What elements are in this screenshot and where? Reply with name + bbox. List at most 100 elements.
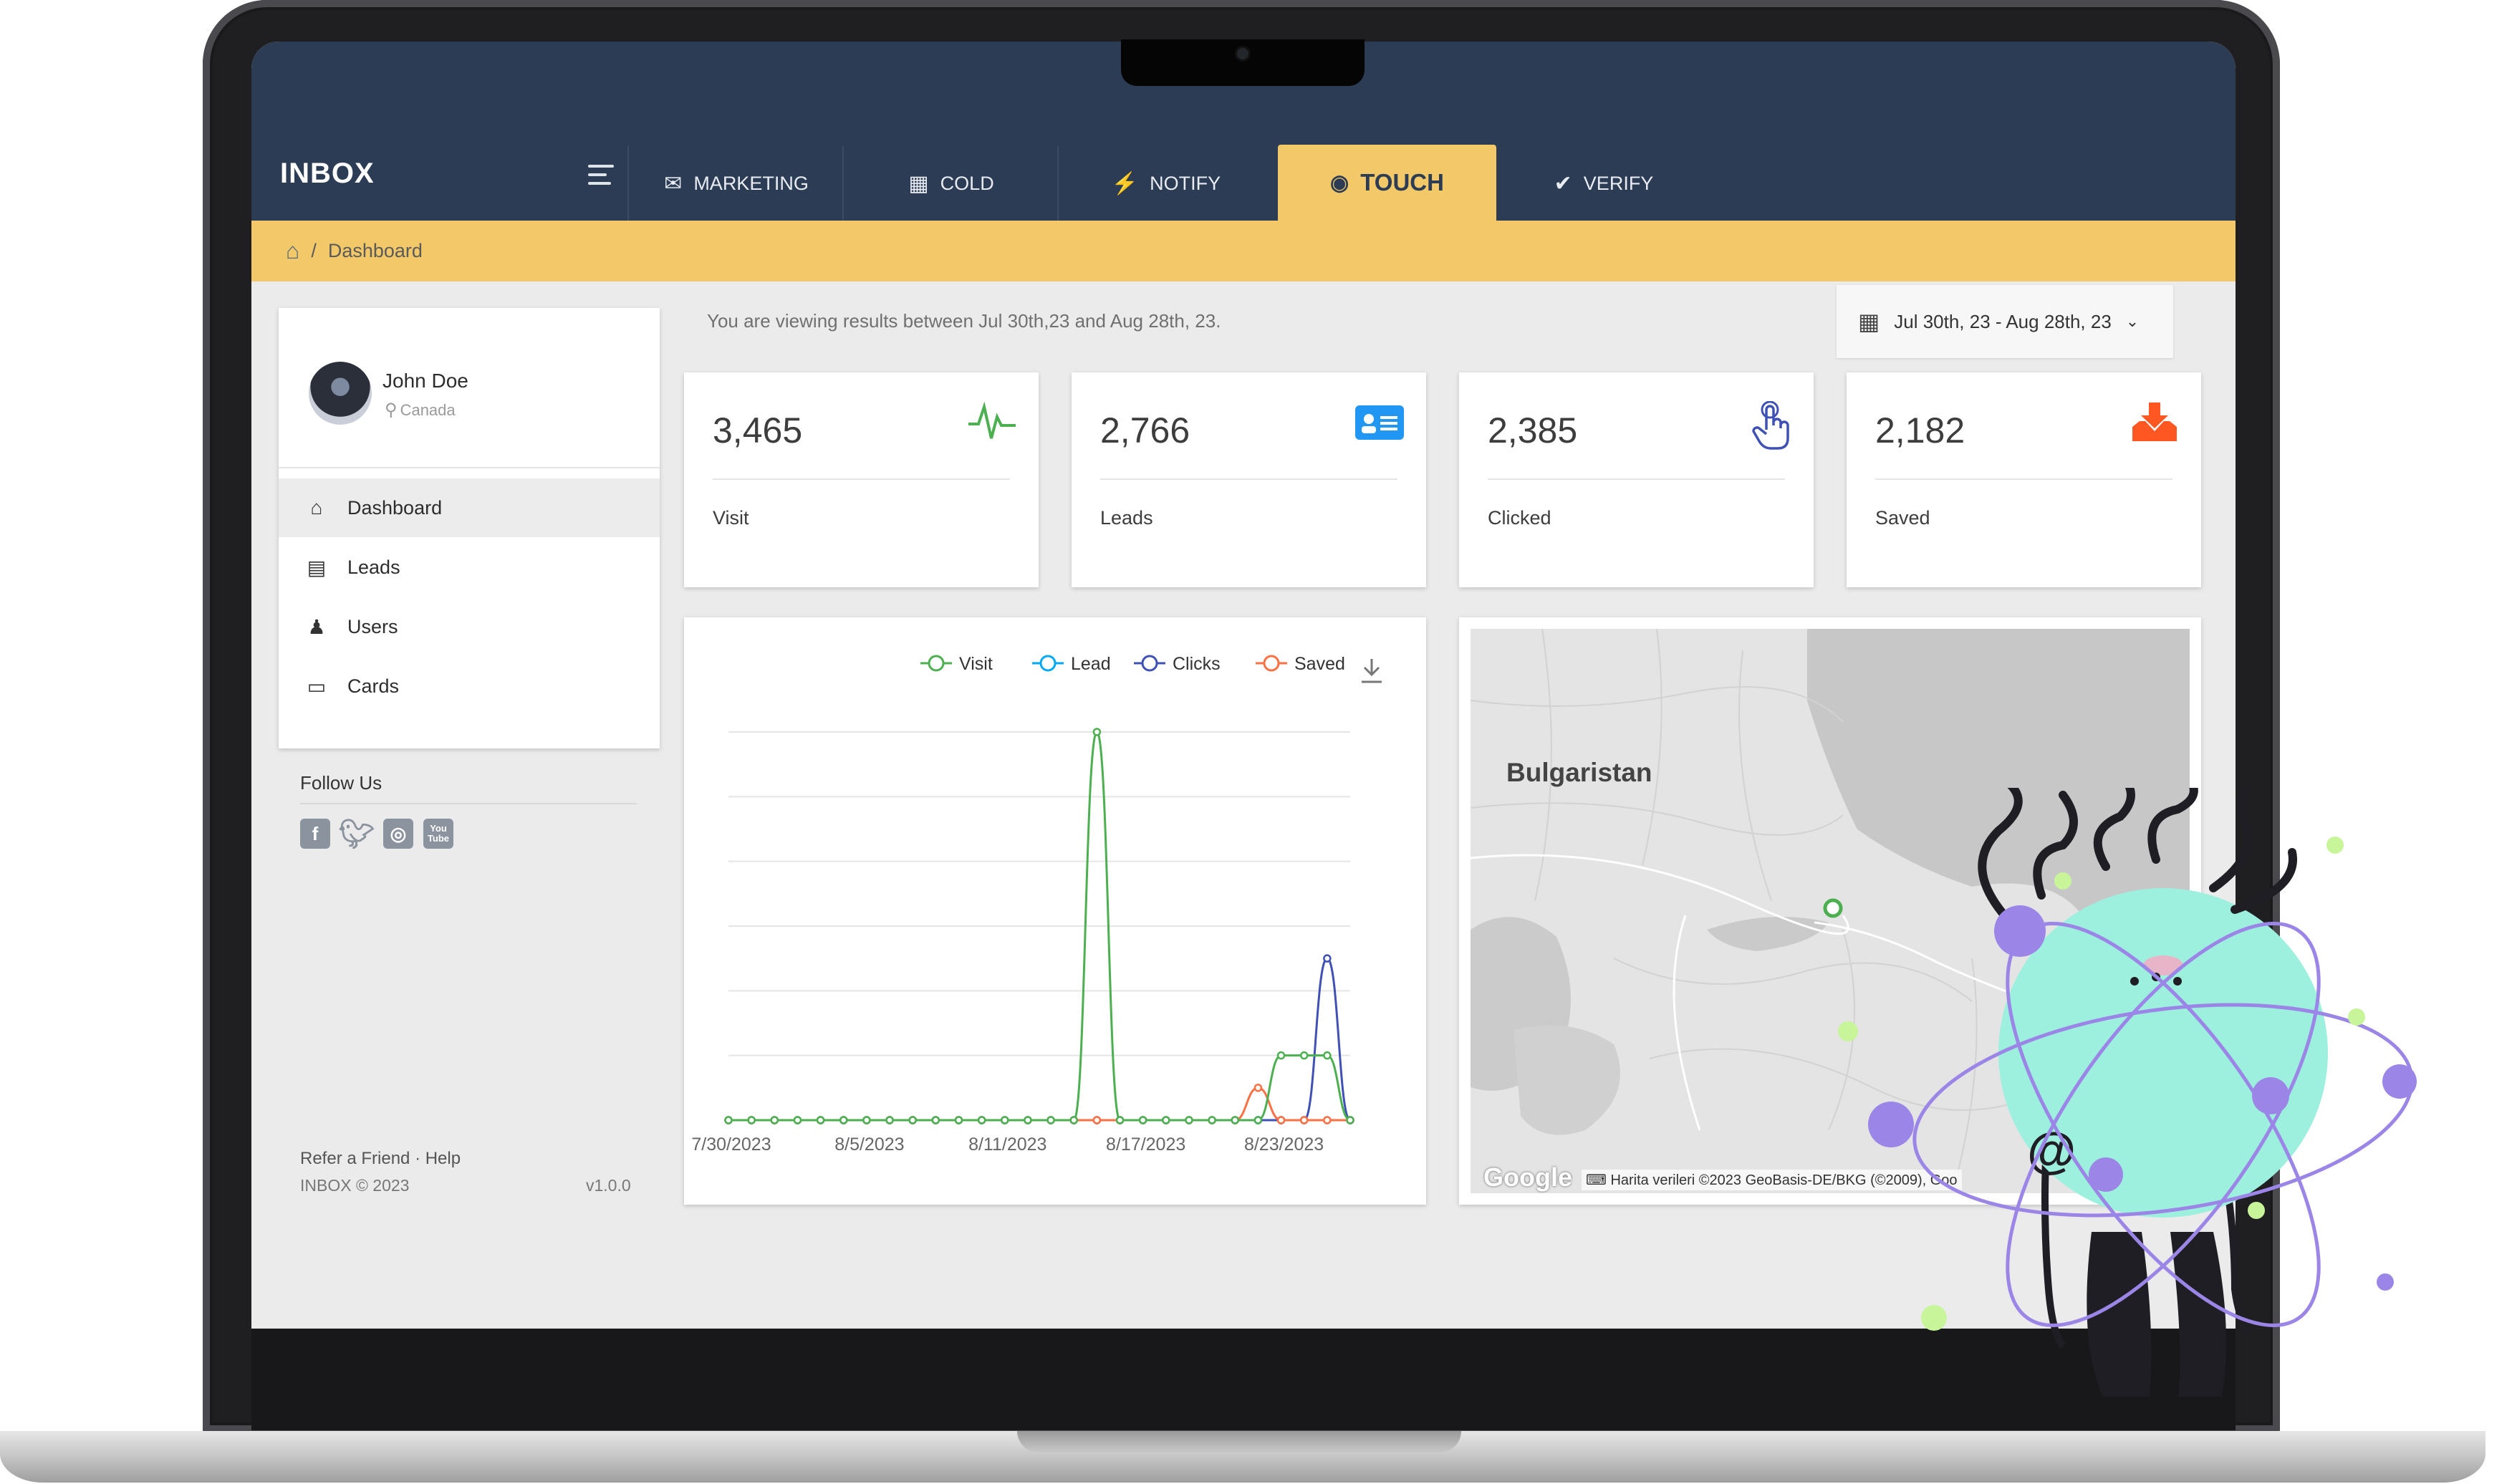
touch-hand-icon [1749,400,1792,461]
user-location-text: Canada [400,401,456,419]
breadcrumb: ⌂ / Dashboard [251,221,2236,281]
sidebar-card: John Doe ⚲ Canada ⌂ Dashboard ▤ Leads ♟ U… [279,308,660,748]
data-point [1253,1116,1263,1124]
tab-notify[interactable]: ⚡ NOTIFY [1057,146,1274,221]
chart-tick-label: 8/17/2023 [1106,1134,1185,1155]
chart-tick-label: 8/23/2023 [1244,1134,1324,1155]
lightning-icon: ⚡ [1111,171,1139,196]
mascot-illustration: @ [1838,788,2417,1397]
sidebar-item-cards[interactable]: ▭ Cards [279,657,660,716]
breadcrumb-separator: / [311,240,317,261]
divider [279,467,660,468]
download-icon[interactable] [1362,659,1382,683]
calendar-icon: ▦ [1858,309,1880,334]
divider [1100,478,1397,480]
sidebar-item-label: Dashboard [347,496,443,519]
camera-icon [1237,48,1248,59]
activity-chart-card: 7/30/2023 8/5/2023 8/11/2023 8/17/2023 8/23/… [684,617,1426,1205]
twitter-icon[interactable]: 🐦︎ [339,819,375,850]
menu-toggle-icon[interactable] [588,165,614,186]
data-point [747,1116,756,1124]
footer-copyright: INBOX © 2023 [300,1176,410,1195]
data-point [1299,1051,1309,1060]
app-logo[interactable]: INBOX [280,158,375,190]
legend-marker [1039,655,1057,672]
data-point [1208,1116,1216,1124]
stat-value: 3,465 [713,410,803,450]
divider [1488,478,1785,480]
keyboard-icon[interactable]: ⌨ [1586,1172,1610,1188]
pulse-icon [967,401,1017,454]
tab-touch[interactable]: ◉ TOUCH [1278,145,1496,221]
data-point [862,1116,871,1124]
legend-label: Saved [1294,654,1345,674]
data-point [839,1116,848,1124]
home-icon[interactable]: ⌂ [286,238,299,264]
data-point [977,1116,986,1124]
series-line-saved [728,1086,1350,1122]
breadcrumb-current[interactable]: Dashboard [328,240,423,262]
series-line-clicks [728,957,1352,1122]
download-tray-icon [2130,401,2180,454]
home-icon: ⌂ [310,496,323,519]
data-point [908,1116,917,1124]
avatar[interactable] [309,362,372,425]
data-point [724,1116,733,1124]
tab-cold[interactable]: ▦ COLD [842,146,1059,221]
stat-label: Leads [1100,507,1153,529]
map-region-label: Bulgaristan [1506,758,1652,787]
footer-links[interactable]: Refer a Friend · Help [300,1149,461,1169]
id-card-icon: ▤ [307,556,327,579]
user-icon: ♟ [307,615,326,638]
stat-card-visit[interactable]: 3,465 Visit [684,372,1039,587]
results-range-text: You are viewing results between Jul 30th… [707,310,1221,332]
tab-label: TOUCH [1360,169,1444,196]
tab-verify[interactable]: ✔ VERIFY [1496,146,1711,221]
tab-marketing[interactable]: ✉ MARKETING [627,146,844,221]
envelope-icon: ✉ [664,171,683,196]
user-location: ⚲ Canada [385,400,456,420]
chart-tick-label: 8/5/2023 [834,1134,904,1155]
app-version: v1.0.0 [586,1176,631,1195]
credit-card-icon: ▭ [307,675,327,698]
data-point [1024,1116,1032,1124]
data-point [1231,1116,1240,1124]
legend-label: Clicks [1173,654,1221,674]
instagram-icon[interactable]: ◎ [383,819,413,849]
divider [300,803,637,804]
stat-value: 2,385 [1488,410,1578,450]
google-logo: Google [1483,1162,1572,1192]
follow-us-title: Follow Us [300,772,382,794]
legend-label: Lead [1071,654,1111,674]
data-point [1276,1051,1286,1060]
chevron-down-icon: ⌄ [2125,312,2140,330]
data-point [1276,1116,1286,1124]
date-range-picker[interactable]: ▦ Jul 30th, 23 - Aug 28th, 23 ⌄ [1837,285,2173,358]
data-point [1092,1116,1102,1124]
stat-label: Clicked [1488,507,1551,529]
data-point [1185,1116,1193,1124]
legend-marker [928,655,945,672]
data-point [1046,1116,1055,1124]
sidebar-item-leads[interactable]: ▤ Leads [279,538,660,597]
sidebar-item-users[interactable]: ♟ Users [279,597,660,656]
sidebar-item-dashboard[interactable]: ⌂ Dashboard [279,478,660,537]
data-point [1069,1116,1078,1124]
fingerprint-icon: ◉ [1330,170,1349,195]
stat-card-leads[interactable]: 2,766 Leads [1072,372,1426,587]
data-point [793,1116,802,1124]
stat-card-saved[interactable]: 2,182 Saved [1847,372,2201,587]
sidebar-item-label: Cards [347,675,400,697]
tab-label: VERIFY [1583,172,1654,194]
data-point [954,1116,963,1124]
legend-label: Visit [959,654,993,674]
stat-card-clicked[interactable]: 2,385 Clicked [1459,372,1814,587]
legend-marker [1141,655,1158,672]
facebook-icon[interactable]: f [300,819,330,849]
youtube-icon[interactable]: You Tube [423,819,453,849]
data-point [1092,728,1102,736]
stat-label: Saved [1875,507,1930,529]
legend-marker [1263,655,1280,672]
data-point [1323,1051,1332,1060]
id-card-icon [1354,401,1405,450]
